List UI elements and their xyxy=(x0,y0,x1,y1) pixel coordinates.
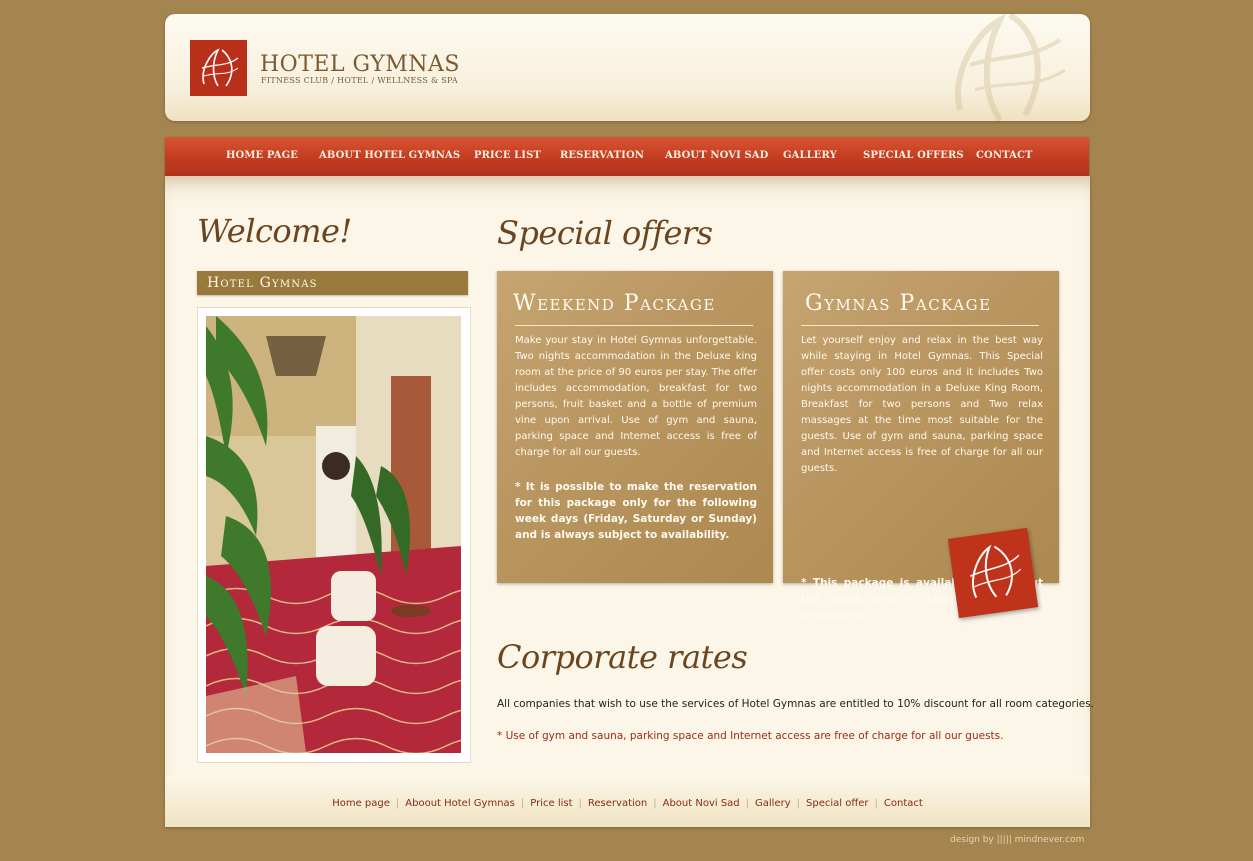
brand-name: HOTEL GYMNAS xyxy=(260,52,461,77)
nav-item-about-hotel-gymnas[interactable]: ABOUT HOTEL GYMNAS xyxy=(319,150,460,161)
footer-link-reservation[interactable]: Reservation xyxy=(588,798,647,809)
footer-links: Home page | Aboout Hotel Gymnas | Price list… xyxy=(165,798,1090,809)
corporate-text: All companies that wish to use the servi… xyxy=(497,698,1095,710)
footer-link-special-offer[interactable]: Special offer xyxy=(806,798,868,809)
footer-link-about-novi-sad[interactable]: About Novi Sad xyxy=(663,798,740,809)
nav-item-home-page[interactable]: HOME PAGE xyxy=(226,150,298,161)
footer-separator: | xyxy=(796,798,801,809)
section-heading-bar: Hotel Gymnas xyxy=(197,271,468,295)
lobby-photo-frame xyxy=(197,307,471,763)
main-nav: HOME PAGE ABOUT HOTEL GYMNAS PRICE LIST … xyxy=(165,137,1089,176)
logo-icon[interactable] xyxy=(190,40,247,96)
footer-separator: | xyxy=(874,798,878,809)
corporate-rates-title: Corporate rates xyxy=(497,638,748,676)
logo-stamp-icon xyxy=(947,527,1039,619)
corporate-note: * Use of gym and sauna, parking space an… xyxy=(497,730,1004,742)
offer-body: Let yourself enjoy and relax in the best… xyxy=(801,335,1043,474)
nav-item-reservation[interactable]: RESERVATION xyxy=(560,150,644,161)
design-credit[interactable]: design by ||||| mindnever.com xyxy=(950,835,1084,845)
divider xyxy=(515,325,753,326)
offer-title: Weekend Package xyxy=(513,291,716,316)
footer-separator: | xyxy=(578,798,582,809)
footer-link-gallery[interactable]: Gallery xyxy=(755,798,791,809)
site-header: HOTEL GYMNAS FITNESS CLUB / HOTEL / WELL… xyxy=(165,14,1090,121)
welcome-title: Welcome! xyxy=(197,212,352,250)
footer-separator: | xyxy=(745,798,750,809)
footer-separator: | xyxy=(520,798,525,809)
nav-item-price-list[interactable]: PRICE LIST xyxy=(474,150,541,161)
lobby-photo xyxy=(206,316,461,753)
offer-note: * It is possible to make the reservation… xyxy=(515,481,757,541)
brand-tagline: FITNESS CLUB / HOTEL / WELLNESS & SPA xyxy=(261,76,459,85)
divider xyxy=(801,325,1039,326)
footer-link-contact[interactable]: Contact xyxy=(884,798,923,809)
offer-body: Make your stay in Hotel Gymnas unforgett… xyxy=(515,335,757,458)
nav-item-gallery[interactable]: GALLERY xyxy=(783,150,837,161)
nav-item-contact[interactable]: CONTACT xyxy=(976,150,1033,161)
offer-title: Gymnas Package xyxy=(805,291,992,316)
nav-item-about-novi-sad[interactable]: ABOUT NOVI SAD xyxy=(665,150,768,161)
nav-item-special-offers[interactable]: SPECIAL OFFERS xyxy=(863,150,964,161)
main-content: Welcome! Hotel Gymnas Special offers Wee… xyxy=(165,176,1095,827)
special-offers-title: Special offers xyxy=(497,214,713,252)
footer-link-home-page[interactable]: Home page xyxy=(332,798,390,809)
footer-link-about-hotel[interactable]: Aboout Hotel Gymnas xyxy=(405,798,515,809)
footer-link-price-list[interactable]: Price list xyxy=(530,798,572,809)
footer: Home page | Aboout Hotel Gymnas | Price list… xyxy=(165,776,1090,827)
decorative-swirl-icon xyxy=(955,14,1066,121)
footer-separator: | xyxy=(653,798,657,809)
section-heading: Hotel Gymnas xyxy=(207,275,318,291)
offer-card-weekend: Weekend Package Make your stay in Hotel … xyxy=(497,271,773,583)
footer-separator: | xyxy=(395,798,400,809)
